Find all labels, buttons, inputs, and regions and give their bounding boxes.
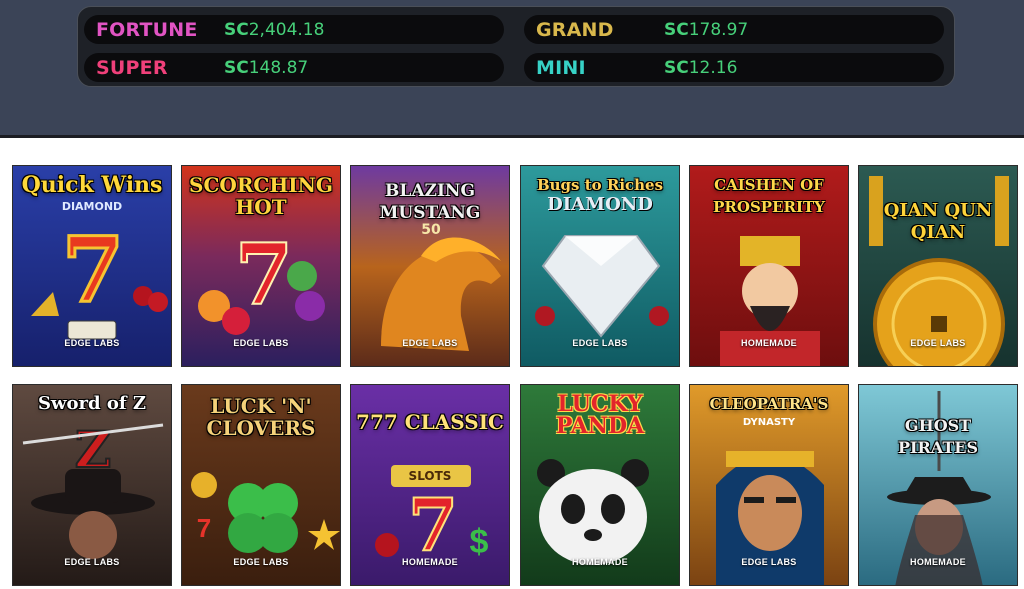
jackpot-name: FORTUNE: [96, 19, 198, 41]
game-tile-bugs-to-riches[interactable]: Bugs to Riches DIAMOND EDGE LABS: [520, 165, 680, 367]
game-title: CAISHEN OF PROSPERITY: [713, 176, 825, 216]
game-title: LUCKY PANDA: [555, 391, 645, 439]
game-tile-caishen[interactable]: CAISHEN OF PROSPERITY HOMEMADE: [689, 165, 849, 367]
jackpot-value: SC178.97: [664, 20, 749, 40]
jackpot-grand: GRAND SC178.97: [524, 15, 944, 44]
jackpot-value: SC148.87: [224, 58, 309, 78]
jackpot-name: MINI: [536, 57, 586, 79]
jackpot-name: GRAND: [536, 19, 614, 41]
game-provider: HOMEMADE: [402, 557, 458, 567]
game-provider: EDGE LABS: [910, 338, 966, 348]
svg-text:7: 7: [408, 482, 458, 567]
game-title: QIAN QUN QIAN: [883, 200, 993, 243]
game-tile-cleopatras-dynasty[interactable]: CLEOPATRA'S DYNASTY EDGE LABS: [689, 384, 849, 586]
game-tile-qian-qun-qian[interactable]: QIAN QUN QIAN EDGE LABS: [858, 165, 1018, 367]
jackpot-value: SC12.16: [664, 58, 738, 78]
game-tile-sword-of-z[interactable]: Z Sword of Z EDGE LABS: [12, 384, 172, 586]
game-tile-luck-n-clovers[interactable]: 7 LUCK 'N' CLOVERS EDGE LABS: [181, 384, 341, 586]
game-title: SCORCHING HOT: [189, 173, 333, 219]
game-title: Sword of Z: [38, 393, 146, 414]
game-tile-ghost-pirates[interactable]: GHOST PIRATES HOMEMADE: [858, 384, 1018, 586]
cleopatra-icon: [690, 385, 848, 585]
jackpot-panel: FORTUNE SC2,404.18 GRAND SC178.97 SUPER …: [77, 6, 955, 87]
game-subtitle: DIAMOND: [547, 194, 653, 215]
game-provider: EDGE LABS: [402, 338, 458, 348]
game-provider: HOMEMADE: [572, 557, 628, 567]
game-provider: EDGE LABS: [572, 338, 628, 348]
svg-text:7: 7: [62, 217, 125, 323]
game-grid: 7 Quick Wins DIAMOND EDGE LABS 7 SCORCHI…: [0, 138, 1024, 589]
svg-text:7: 7: [235, 225, 293, 324]
game-title: 777 CLASSIC: [356, 410, 504, 434]
game-provider: EDGE LABS: [233, 338, 289, 348]
game-title: BLAZING MUSTANG: [379, 181, 481, 223]
game-title: Quick Wins: [21, 172, 163, 198]
game-title: CLEOPATRA'S: [709, 395, 829, 413]
game-tile-lucky-panda[interactable]: LUCKY PANDA HOMEMADE: [520, 384, 680, 586]
jackpot-fortune: FORTUNE SC2,404.18: [84, 15, 504, 44]
game-provider: HOMEMADE: [741, 338, 797, 348]
game-provider: EDGE LABS: [64, 557, 120, 567]
game-subtitle: 50: [421, 222, 441, 238]
svg-text:7: 7: [197, 513, 211, 543]
game-subtitle: SLOTS: [408, 469, 452, 483]
svg-text:$: $: [470, 523, 489, 561]
jackpot-name: SUPER: [96, 57, 168, 79]
game-tile-quick-wins[interactable]: 7 Quick Wins DIAMOND EDGE LABS: [12, 165, 172, 367]
game-title: LUCK 'N' CLOVERS: [206, 394, 316, 440]
game-provider: EDGE LABS: [233, 557, 289, 567]
game-provider: EDGE LABS: [64, 338, 120, 348]
jackpot-super: SUPER SC148.87: [84, 53, 504, 82]
game-provider: HOMEMADE: [910, 557, 966, 567]
game-title: Bugs to Riches: [536, 176, 664, 194]
game-subtitle: DIAMOND: [61, 200, 123, 213]
game-tile-777-classic[interactable]: 7 $ 777 CLASSIC SLOTS HOMEMADE: [350, 384, 510, 586]
game-subtitle: DYNASTY: [742, 417, 796, 428]
game-tile-scorching-hot[interactable]: 7 SCORCHING HOT EDGE LABS: [181, 165, 341, 367]
game-provider: EDGE LABS: [741, 557, 797, 567]
zorro-icon: Z: [13, 385, 171, 585]
game-tile-blazing-mustang[interactable]: 50 BLAZING MUSTANG EDGE LABS: [350, 165, 510, 367]
jackpot-value: SC2,404.18: [224, 20, 325, 40]
jackpot-header: FORTUNE SC2,404.18 GRAND SC178.97 SUPER …: [0, 0, 1024, 135]
game-title: GHOST PIRATES: [897, 416, 978, 457]
jackpot-mini: MINI SC12.16: [524, 53, 944, 82]
coin-icon: [859, 166, 1017, 366]
